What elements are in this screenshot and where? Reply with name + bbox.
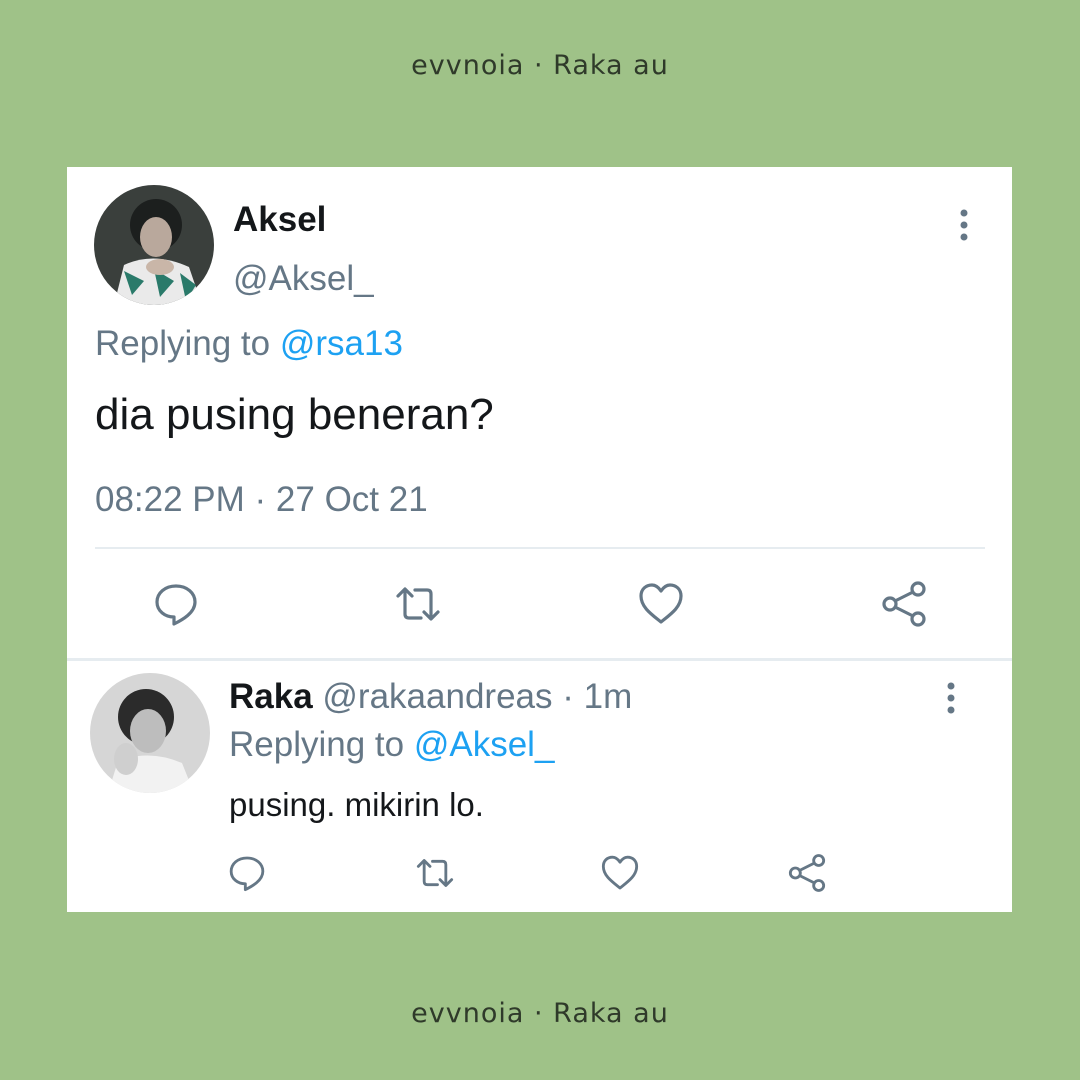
like-icon[interactable]: [637, 580, 685, 628]
replying-to: Replying to @Aksel_: [229, 725, 554, 765]
more-options-icon[interactable]: [951, 207, 977, 243]
divider: [95, 547, 985, 549]
replying-to-mention[interactable]: @rsa13: [280, 324, 403, 363]
avatar[interactable]: [94, 185, 214, 305]
retweet-icon[interactable]: [394, 580, 442, 628]
tweet-text: dia pusing beneran?: [95, 390, 494, 439]
author-handle-time[interactable]: @rakaandreas · 1m: [322, 677, 632, 716]
replying-to-label: Replying to: [229, 725, 405, 764]
tweet-text: pusing. mikirin lo.: [229, 786, 484, 823]
like-icon[interactable]: [600, 853, 640, 893]
thread-divider: [67, 658, 1012, 661]
caption-top: evvnoia · Raka au: [411, 50, 669, 81]
more-options-icon[interactable]: [938, 680, 964, 716]
author-name[interactable]: Raka: [229, 677, 313, 716]
share-icon[interactable]: [880, 580, 928, 628]
tweet-card: Aksel @Aksel_ Replying to @rsa13 dia pus…: [67, 167, 1012, 912]
author-handle[interactable]: @Aksel_: [233, 259, 374, 299]
reply-icon[interactable]: [152, 580, 200, 628]
author-name[interactable]: Aksel: [233, 200, 326, 240]
replying-to-mention[interactable]: @Aksel_: [414, 725, 555, 764]
avatar[interactable]: [90, 673, 210, 793]
retweet-icon[interactable]: [415, 853, 455, 893]
replying-to: Replying to @rsa13: [95, 324, 403, 364]
replying-to-label: Replying to: [95, 324, 271, 363]
reply-header: Raka @rakaandreas · 1m: [229, 677, 632, 717]
share-icon[interactable]: [787, 853, 827, 893]
tweet-timestamp[interactable]: 08:22 PM · 27 Oct 21: [95, 480, 428, 520]
caption-bottom: evvnoia · Raka au: [411, 998, 669, 1029]
reply-icon[interactable]: [227, 853, 267, 893]
